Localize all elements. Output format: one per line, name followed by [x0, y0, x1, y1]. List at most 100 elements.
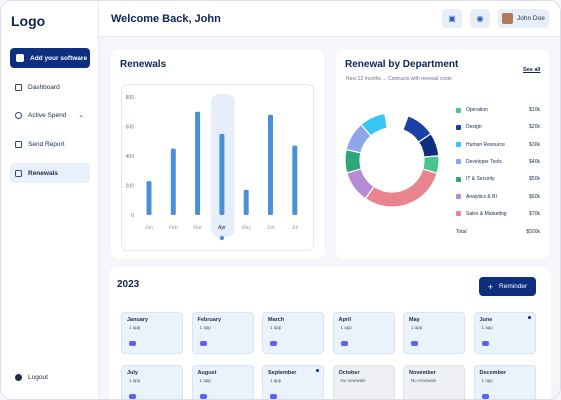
logout-button[interactable]: Logout: [15, 374, 48, 381]
sidebar-item-label: Send Report: [28, 140, 65, 148]
add-software-label: Add your software: [30, 54, 88, 62]
discord-icon: [270, 394, 277, 399]
month-name: April: [338, 317, 352, 323]
y-tick-label: 800: [126, 95, 135, 101]
discord-icon: [340, 341, 348, 346]
discord-icon: [481, 394, 489, 399]
legend-value: $20k: [529, 124, 540, 131]
sidebar-item-label: Renewals: [28, 169, 58, 177]
legend-swatch: [456, 194, 461, 199]
month-count: No renewals: [411, 378, 437, 383]
chevron-down-icon[interactable]: ⌄: [78, 111, 84, 119]
month-name: May: [409, 317, 420, 323]
legend-item: Design $20k: [456, 122, 540, 132]
bar: [146, 181, 152, 215]
month-count: 1 app: [340, 325, 352, 330]
month-card[interactable]: April 1 app: [332, 312, 395, 354]
x-tick-label: May: [241, 225, 251, 231]
month-card[interactable]: June 1 app: [473, 312, 536, 354]
bell-icon: ◉: [476, 14, 484, 23]
gift-button[interactable]: ▣: [442, 9, 462, 28]
sidebar-item-label: Dashboard: [28, 83, 60, 91]
year-title: 2023: [117, 279, 140, 290]
x-tick-label: Apr: [218, 225, 226, 231]
total-value: $500k: [526, 229, 540, 235]
reminder-button[interactable]: + Reminder: [479, 277, 536, 296]
sidebar-item-send-report[interactable]: Send Report: [10, 134, 90, 154]
month-card[interactable]: August 1 app: [191, 365, 254, 399]
legend-swatch: [456, 176, 461, 182]
page-title: Welcome Back, John: [111, 13, 221, 25]
month-card[interactable]: December 1 app: [473, 365, 536, 399]
month-count: 1 app: [481, 378, 493, 383]
sidebar-item-dashboard[interactable]: Dashboard: [10, 77, 90, 97]
month-card[interactable]: September 1 app: [262, 365, 324, 399]
discord-icon: [129, 394, 136, 399]
month-name: February: [197, 317, 222, 323]
donut-slice: [344, 148, 362, 174]
bar: [292, 145, 298, 215]
y-tick-label: 400: [126, 154, 135, 160]
x-tick-label: Mar: [193, 225, 202, 231]
bar: [170, 148, 176, 215]
apps-icon: [16, 54, 24, 62]
legend-item: Developer Tools $40k: [456, 157, 540, 167]
legend-value: $50k: [529, 176, 540, 183]
month-count: 1 app: [129, 325, 141, 330]
legend-value: $70k: [529, 210, 540, 217]
discord-icon: [411, 341, 418, 346]
legend-item: Human Resource $30k: [456, 140, 540, 150]
department-subtitle: Next 12 months ... Contracts with renewa…: [346, 76, 452, 82]
user-menu[interactable]: John Doe: [498, 9, 549, 28]
bar: [268, 114, 273, 215]
plus-icon: +: [487, 281, 494, 292]
avatar: [502, 13, 513, 24]
y-tick-label: 200: [126, 184, 135, 190]
legend-item: Operation $10k: [456, 105, 540, 115]
add-software-button[interactable]: Add your software: [10, 48, 90, 68]
total-label: Total: [456, 229, 467, 235]
legend-label: Design: [466, 124, 482, 131]
month-count: 1 app: [270, 325, 282, 330]
x-tick-label: Jun: [266, 225, 274, 231]
legend-item: Sales & Marketing $70k: [456, 209, 540, 219]
notifications-button[interactable]: ◉: [470, 9, 490, 28]
legend-value: $60k: [529, 193, 540, 200]
month-card[interactable]: November No renewals: [403, 365, 465, 399]
legend-item: IT & Security $50k: [456, 174, 540, 184]
month-name: June: [479, 317, 493, 323]
legend-swatch: [456, 124, 461, 130]
month-card[interactable]: January 1 app: [121, 312, 183, 354]
donut-slice: [364, 168, 438, 208]
discord-icon: [270, 341, 277, 346]
logout-label: Logout: [28, 374, 48, 381]
x-tick-label: Jan: [145, 225, 153, 231]
grid-icon: [15, 83, 22, 91]
sidebar-item-active-spend[interactable]: Active Spend ⌄: [10, 105, 90, 125]
legend-swatch: [456, 107, 461, 113]
department-title: Renewal by Department: [345, 59, 459, 70]
department-donut-chart: [344, 112, 440, 208]
legend-value: $30k: [529, 141, 540, 148]
month-count: 1 app: [199, 325, 211, 330]
legend-swatch: [456, 159, 461, 165]
month-count: 1 app: [270, 378, 282, 383]
sidebar: Logo Add your software Dashboard Active …: [1, 1, 99, 399]
month-name: September: [268, 370, 297, 376]
indicator-dot: [316, 369, 319, 372]
legend-label: Sales & Marketing: [466, 210, 507, 217]
logout-icon: [15, 374, 22, 381]
month-name: January: [127, 317, 149, 323]
see-all-link[interactable]: See all: [523, 67, 540, 73]
user-name: John Doe: [517, 15, 545, 22]
month-card[interactable]: October No renewals: [332, 365, 395, 399]
sidebar-item-renewals[interactable]: Renewals: [10, 163, 90, 183]
x-tick-label: Jul: [292, 225, 298, 231]
discord-icon: [129, 341, 136, 346]
month-card[interactable]: July 1 app: [121, 365, 183, 399]
legend-label: Operation: [466, 107, 488, 113]
month-card[interactable]: March 1 app: [262, 312, 324, 354]
month-card[interactable]: February 1 app: [191, 312, 254, 354]
legend-swatch: [456, 211, 461, 217]
month-card[interactable]: May 1 app: [403, 312, 465, 354]
